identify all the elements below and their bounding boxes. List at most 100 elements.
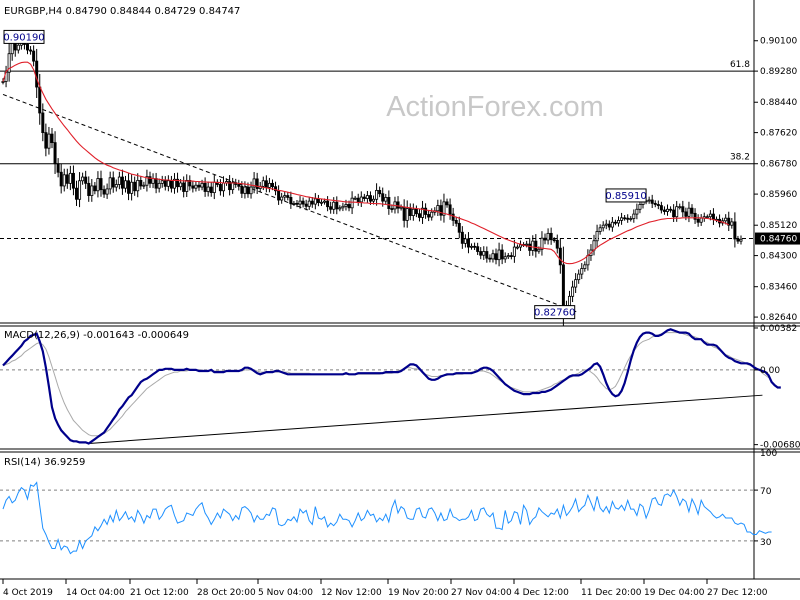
rsi-y-tick-label: 70: [760, 487, 772, 497]
fib-level-label: 38.2: [730, 153, 750, 163]
candle-body-up: [221, 182, 225, 192]
candle-body-down: [240, 185, 244, 194]
fib-level-label: 61.8: [730, 60, 750, 70]
candle-body-up: [708, 213, 712, 218]
candle-body-down: [402, 206, 406, 221]
candle-body-up: [519, 244, 523, 248]
candle-body-down: [32, 50, 36, 62]
candle-body-up: [537, 248, 541, 252]
candle-body-down: [335, 201, 339, 210]
candle-body-up: [319, 201, 323, 204]
candle-body-down: [246, 186, 250, 195]
candle-body-up: [580, 268, 584, 275]
candle-body-down: [509, 255, 513, 257]
candle-body-up: [739, 238, 743, 242]
candle-body-up: [574, 279, 578, 288]
candle-body-down: [696, 218, 700, 223]
candle-body-down: [102, 189, 106, 195]
candle-body-up: [372, 198, 376, 202]
candle-body-up: [123, 180, 127, 189]
price-annotation-label: 0.90190: [3, 32, 44, 43]
candle-body-down: [681, 206, 685, 213]
candle-body-down: [264, 180, 268, 188]
candle-body-down: [301, 200, 305, 205]
candle-body-down: [87, 182, 91, 196]
candle-body-up: [610, 221, 614, 228]
price-annotation-label: 0.82760: [534, 308, 575, 319]
candle-body-up: [307, 200, 311, 207]
candle-body-up: [436, 205, 440, 212]
candle-body-up: [267, 182, 271, 188]
candle-body-up: [375, 189, 379, 200]
x-axis-tick-label: 19 Dec 04:00: [644, 588, 705, 598]
candle-body-up: [280, 196, 284, 201]
candle-body-down: [356, 197, 360, 203]
candle-body-down: [473, 245, 477, 248]
candle-body-down: [528, 243, 532, 251]
candle-body-down: [448, 204, 452, 215]
x-axis-tick-label: 19 Nov 20:00: [388, 588, 449, 598]
price-y-tick-label: 0.85960: [760, 190, 797, 200]
candle-body-down: [690, 207, 694, 214]
candle-body-down: [133, 181, 137, 192]
candle-body-down: [50, 133, 54, 144]
candle-body-up: [108, 177, 112, 190]
candle-body-up: [78, 180, 82, 200]
candle-body-down: [733, 221, 737, 240]
candle-body-down: [310, 200, 314, 205]
candle-body-up: [313, 198, 317, 205]
candle-body-down: [203, 182, 207, 192]
candle-body-down: [93, 185, 97, 192]
candle-body-down: [445, 201, 449, 206]
x-axis-tick-label: 4 Dec 12:00: [514, 588, 569, 598]
price-y-tick-label: 0.82640: [760, 313, 797, 323]
candle-body-up: [47, 133, 51, 149]
price-y-tick-label: 0.88440: [760, 98, 797, 108]
candle-body-down: [451, 213, 455, 221]
candle-body-down: [439, 205, 443, 216]
candle-body-up: [1, 81, 5, 83]
candle-body-down: [163, 180, 167, 187]
candle-body-up: [200, 182, 204, 188]
candle-body-up: [699, 217, 703, 223]
candle-body-down: [209, 186, 213, 194]
candle-body-up: [160, 180, 164, 184]
candle-body-down: [479, 251, 483, 256]
candle-body-down: [56, 163, 60, 173]
candle-body-up: [411, 208, 415, 216]
candle-body-down: [623, 217, 627, 220]
candle-body-up: [515, 246, 519, 249]
candle-body-up: [635, 208, 639, 215]
candle-body-down: [277, 190, 281, 201]
candle-body-up: [506, 255, 510, 258]
candle-body-up: [571, 286, 575, 297]
candle-body-down: [494, 253, 498, 261]
price-y-tick-label: 0.83460: [760, 283, 797, 293]
x-axis-tick-label: 5 Nov 04:00: [258, 588, 313, 598]
candle-body-down: [693, 212, 697, 220]
candle-body-up: [491, 253, 495, 260]
candle-body-up: [323, 200, 327, 203]
candle-body-up: [601, 224, 605, 229]
candle-body-down: [387, 197, 391, 209]
candle-body-up: [620, 217, 624, 221]
candle-body-down: [414, 208, 418, 215]
candle-body-up: [332, 201, 336, 210]
candle-body-down: [381, 193, 385, 202]
candle-body-up: [512, 246, 516, 257]
candle-body-up: [194, 184, 198, 189]
candle-body-up: [117, 176, 121, 185]
candle-body-up: [617, 219, 621, 224]
candle-body-down: [408, 208, 412, 216]
candle-body-up: [647, 199, 651, 202]
candle-body-down: [139, 179, 143, 187]
candle-body-down: [191, 185, 195, 189]
candle-body-up: [595, 231, 599, 242]
candle-body-up: [724, 217, 728, 222]
candle-body-up: [261, 180, 265, 187]
candle-body-up: [350, 197, 354, 209]
candle-body-up: [130, 181, 134, 194]
candle-body-down: [558, 247, 562, 266]
candle-body-up: [142, 184, 146, 187]
candle-body-up: [405, 208, 409, 221]
